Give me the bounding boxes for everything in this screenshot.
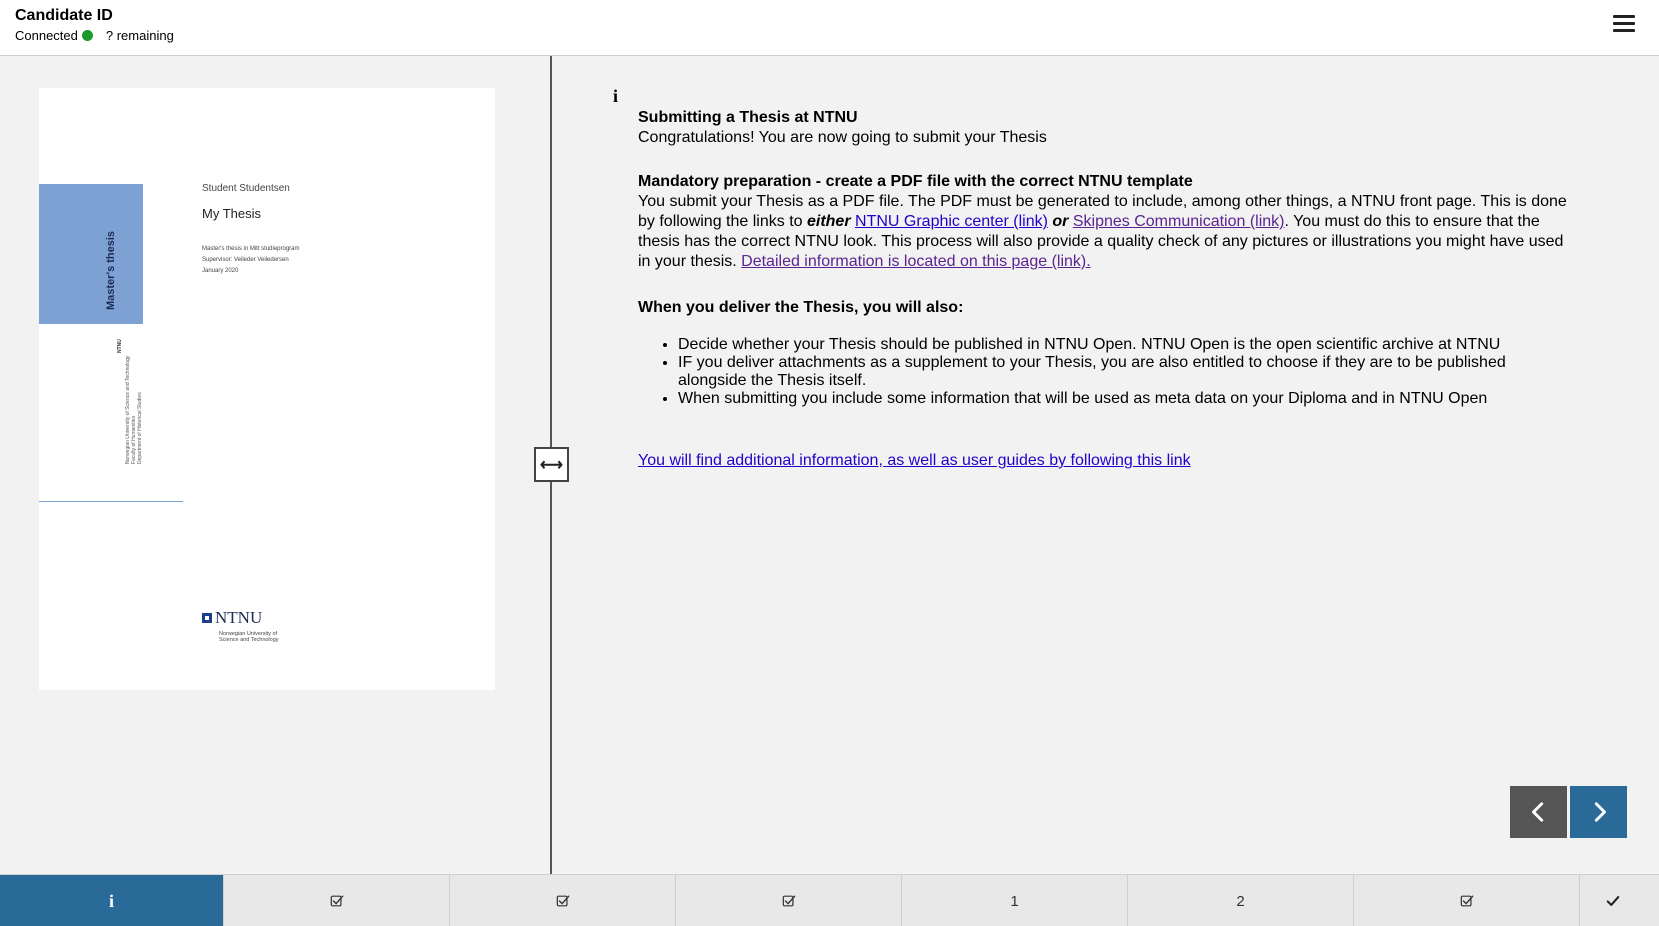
additional-information-link[interactable]: You will find additional information, as… bbox=[638, 451, 1191, 471]
tab-question-4[interactable]: 1 bbox=[902, 875, 1128, 926]
list-item: IF you deliver attachments as a suppleme… bbox=[678, 354, 1568, 390]
list-item: Decide whether your Thesis should be pub… bbox=[678, 336, 1568, 354]
tab-number: 2 bbox=[1236, 892, 1245, 910]
tab-question-2[interactable] bbox=[450, 875, 676, 926]
tab-question-5[interactable]: 2 bbox=[1128, 875, 1354, 926]
pdf-thesis-title: My Thesis bbox=[202, 206, 261, 221]
pdf-student-name: Student Studentsen bbox=[202, 183, 290, 194]
emphasis-either: either bbox=[806, 213, 851, 230]
tab-question-1[interactable] bbox=[224, 875, 450, 926]
time-remaining: ? remaining bbox=[105, 28, 174, 43]
resize-handle-icon[interactable]: ⟷ bbox=[534, 447, 569, 482]
pdf-meta-line: Master's thesis in Mitt studieprogram bbox=[202, 246, 300, 252]
intro-text: Congratulations! You are now going to su… bbox=[638, 129, 1047, 146]
pdf-vertical-ntnu: NTNU bbox=[117, 339, 123, 353]
pdf-vertical-line: Department of Historical Studies bbox=[137, 392, 143, 464]
pdf-vertical-title: Master's thesis bbox=[105, 230, 117, 310]
checkbox-checked-icon bbox=[1460, 895, 1473, 907]
preparation-section: Mandatory preparation - create a PDF fil… bbox=[638, 172, 1568, 272]
delivery-section: When you deliver the Thesis, you will al… bbox=[638, 298, 1568, 408]
pdf-blue-band bbox=[39, 184, 143, 324]
pdf-meta-info: Master's thesis in Mitt studieprogram Su… bbox=[202, 244, 300, 277]
chevron-left-icon bbox=[1531, 802, 1543, 822]
preparation-heading: Mandatory preparation - create a PDF fil… bbox=[638, 173, 1193, 190]
delivery-list: Decide whether your Thesis should be pub… bbox=[638, 336, 1568, 408]
ntnu-graphic-center-link[interactable]: NTNU Graphic center (link) bbox=[855, 213, 1048, 230]
info-icon: i bbox=[108, 890, 114, 911]
hamburger-menu-icon[interactable] bbox=[1609, 12, 1639, 40]
pdf-divider-line bbox=[39, 501, 183, 502]
delivery-heading: When you deliver the Thesis, you will al… bbox=[638, 299, 964, 316]
page-title: Submitting a Thesis at NTNU bbox=[638, 109, 858, 126]
previous-button[interactable] bbox=[1510, 786, 1567, 838]
checkbox-checked-icon bbox=[782, 895, 795, 907]
next-button[interactable] bbox=[1570, 786, 1627, 838]
top-header: Candidate ID Connected ? remaining bbox=[0, 0, 1659, 56]
pdf-preview-pane: Master's thesis NTNU Norwegian Universit… bbox=[0, 56, 552, 874]
tab-question-6[interactable] bbox=[1354, 875, 1580, 926]
ntnu-logo: NTNU bbox=[202, 608, 263, 627]
tab-info[interactable]: i bbox=[0, 875, 224, 926]
emphasis-or: or bbox=[1052, 213, 1069, 230]
connection-status: Connected ? remaining bbox=[15, 28, 174, 43]
pdf-meta-line: January 2020 bbox=[202, 268, 239, 274]
ntnu-logo-subtitle: Norwegian University of Science and Tech… bbox=[219, 631, 279, 643]
pdf-meta-line: Supervisor: Veileder Veiledersen bbox=[202, 257, 289, 263]
pdf-front-page: Master's thesis NTNU Norwegian Universit… bbox=[39, 88, 495, 690]
tab-question-3[interactable] bbox=[676, 875, 902, 926]
status-text: Connected bbox=[15, 28, 78, 43]
info-icon: i bbox=[613, 86, 619, 106]
detailed-information-link[interactable]: Detailed information is located on this … bbox=[741, 253, 1091, 270]
list-item: When submitting you include some informa… bbox=[678, 390, 1568, 408]
preparation-text: You submit your Thesis as a PDF file. Th… bbox=[638, 192, 1568, 272]
tab-submit[interactable] bbox=[1580, 875, 1645, 926]
chevron-right-icon bbox=[1594, 802, 1606, 822]
candidate-id-label: Candidate ID bbox=[15, 7, 113, 24]
checkbox-checked-icon bbox=[330, 895, 343, 907]
ntnu-logo-subline: Science and Technology bbox=[219, 637, 279, 643]
checkmark-icon bbox=[1606, 896, 1619, 906]
status-dot-icon bbox=[81, 30, 93, 41]
skipnes-communication-link[interactable]: Skipnes Communication (link) bbox=[1073, 213, 1285, 230]
instructions-content: Submitting a Thesis at NTNU Congratulati… bbox=[638, 108, 1568, 471]
pdf-vertical-institution: Norwegian University of Science and Tech… bbox=[125, 356, 143, 464]
ntnu-logo-text: NTNU bbox=[215, 608, 263, 627]
ntnu-logo-icon bbox=[202, 613, 212, 623]
question-navigation-bar: i 1 2 bbox=[0, 874, 1659, 926]
checkbox-checked-icon bbox=[556, 895, 569, 907]
tab-number: 1 bbox=[1010, 892, 1019, 910]
